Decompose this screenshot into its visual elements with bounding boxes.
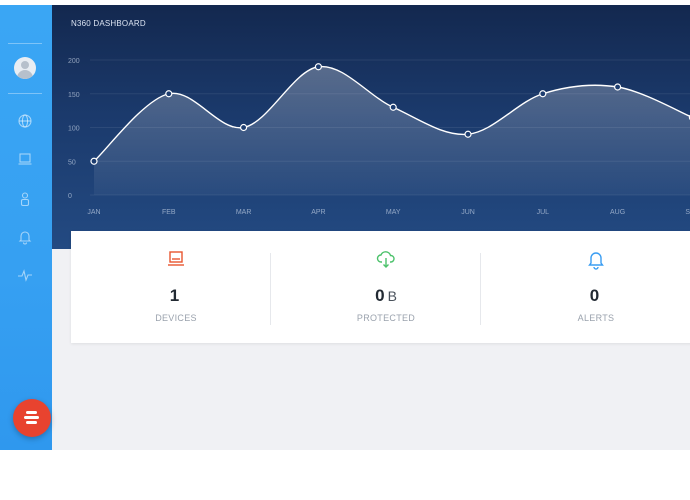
globe-icon[interactable] [17, 113, 33, 129]
line-chart: 0 50 100 150 200 JAN FEB MAR APR MAY JUN JUL AUG SEP [68, 58, 690, 216]
chat-menu-button[interactable] [13, 399, 51, 437]
person-icon[interactable] [17, 191, 33, 207]
x-tick-label: AUG [610, 209, 625, 216]
stat-protected[interactable]: 0B PROTECTED [281, 231, 491, 343]
stat-label: ALERTS [577, 313, 615, 323]
sidebar [0, 5, 52, 450]
avatar[interactable] [14, 57, 36, 79]
cloud-download-icon [376, 248, 396, 270]
y-tick-label: 200 [68, 58, 80, 65]
stat-value: 0 [589, 286, 600, 305]
data-point [314, 63, 322, 71]
avatar-body [17, 70, 33, 79]
stat-label: DEVICES [155, 313, 197, 323]
app-window: 050100150200JANFEBMARAPRMAYJUNJULAUGSEP … [0, 5, 690, 450]
x-tick-label: MAY [386, 209, 401, 216]
x-tick-label: SEP [685, 209, 690, 216]
y-tick-label: 100 [68, 126, 80, 133]
laptop-icon [166, 248, 186, 270]
stat-alerts[interactable]: 0 ALERTS [491, 231, 690, 343]
laptop-icon[interactable] [17, 151, 33, 167]
y-tick-label: 50 [68, 159, 76, 166]
stat-divider [480, 253, 481, 325]
stats-card: 1 DEVICES 0B PROTECTED 0 ALERTS [71, 231, 690, 343]
page-title: N360 DASHBOARD [71, 19, 146, 28]
x-tick-label: JUN [461, 209, 475, 216]
activity-icon[interactable] [17, 267, 33, 283]
data-point [90, 157, 98, 165]
data-point [539, 90, 547, 98]
stat-divider [270, 253, 271, 325]
y-tick-label: 0 [68, 193, 72, 200]
x-tick-label: MAR [236, 209, 252, 216]
data-point [613, 83, 622, 91]
sidebar-divider [8, 93, 42, 94]
data-point [389, 103, 397, 111]
bell-icon[interactable] [17, 229, 33, 245]
stat-value: 1 [169, 286, 180, 305]
bell-icon [586, 248, 606, 270]
dashboard-header: 050100150200JANFEBMARAPRMAYJUNJULAUGSEP … [52, 5, 690, 249]
x-tick-label: APR [311, 209, 325, 216]
data-point [464, 130, 472, 138]
data-point [240, 123, 248, 132]
stat-label: PROTECTED [356, 313, 416, 323]
x-tick-label: FEB [162, 209, 176, 216]
x-tick-label: JUL [537, 209, 550, 216]
y-tick-label: 150 [68, 92, 80, 99]
data-point [165, 90, 173, 98]
sidebar-divider [8, 43, 42, 44]
avatar-head [21, 61, 29, 69]
stat-devices[interactable]: 1 DEVICES [71, 231, 281, 343]
stat-value: 0B [375, 286, 397, 305]
x-tick-label: JAN [87, 209, 100, 216]
